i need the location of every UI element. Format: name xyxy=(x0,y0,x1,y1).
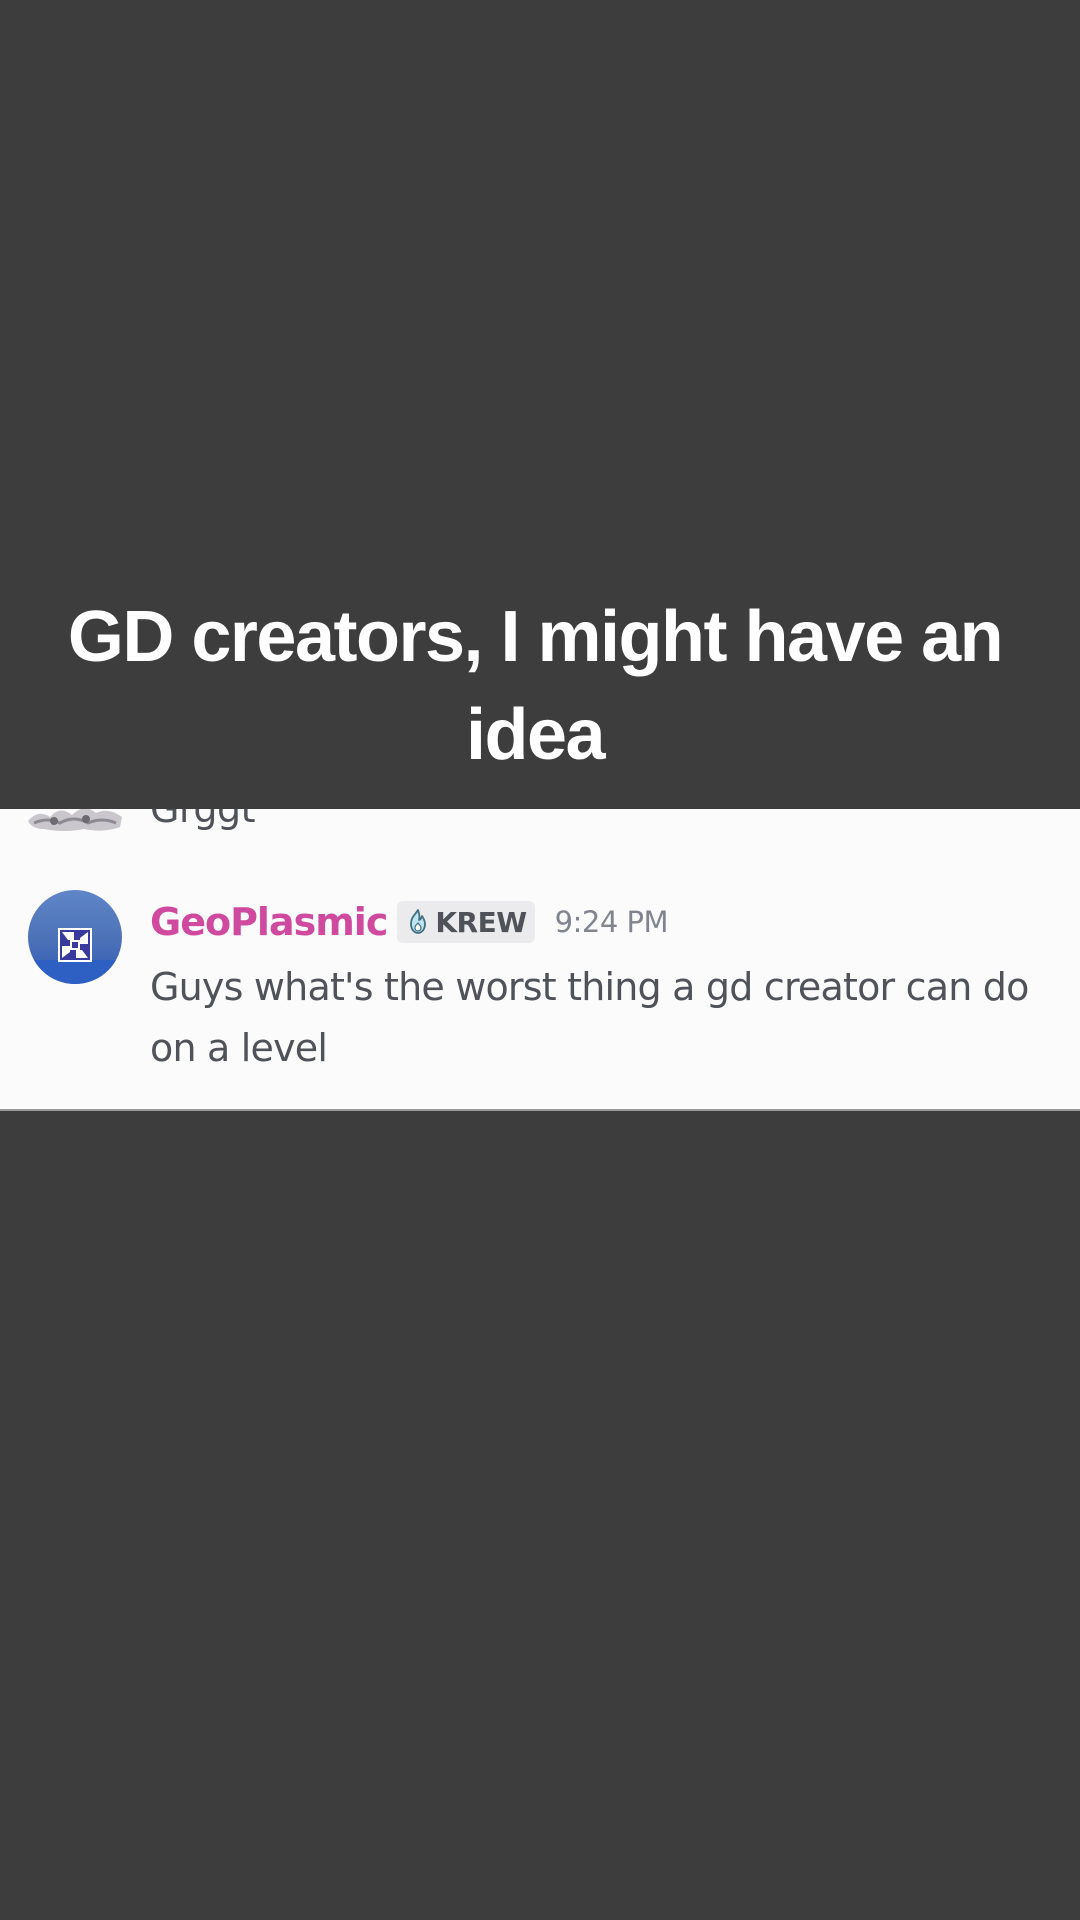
timestamp: 9:24 PM xyxy=(554,905,669,939)
message-text: Guys what's the worst thing a gd creator… xyxy=(150,965,1029,1070)
geometry-dash-icon xyxy=(28,928,122,984)
message-header: GeoPlasmic KREW 9:24 PM xyxy=(150,895,669,949)
overlay-caption: GD creators, I might have an idea xyxy=(67,597,1004,775)
video-frame: GD creators, I might have an idea Grggt xyxy=(0,0,1080,1920)
flame-icon xyxy=(410,909,427,934)
previous-message: Grggt xyxy=(0,809,1080,841)
chat-screenshot: Grggt GeoPlasmic KREW 9:24 PM Guys what'… xyxy=(0,809,1080,1111)
guild-tag-label: KREW xyxy=(435,905,527,939)
guild-tag[interactable]: KREW xyxy=(397,901,535,943)
avatar[interactable] xyxy=(28,890,122,984)
previous-avatar-icon xyxy=(28,809,122,831)
username[interactable]: GeoPlasmic xyxy=(150,900,388,944)
previous-message-text: Grggt xyxy=(150,809,256,831)
